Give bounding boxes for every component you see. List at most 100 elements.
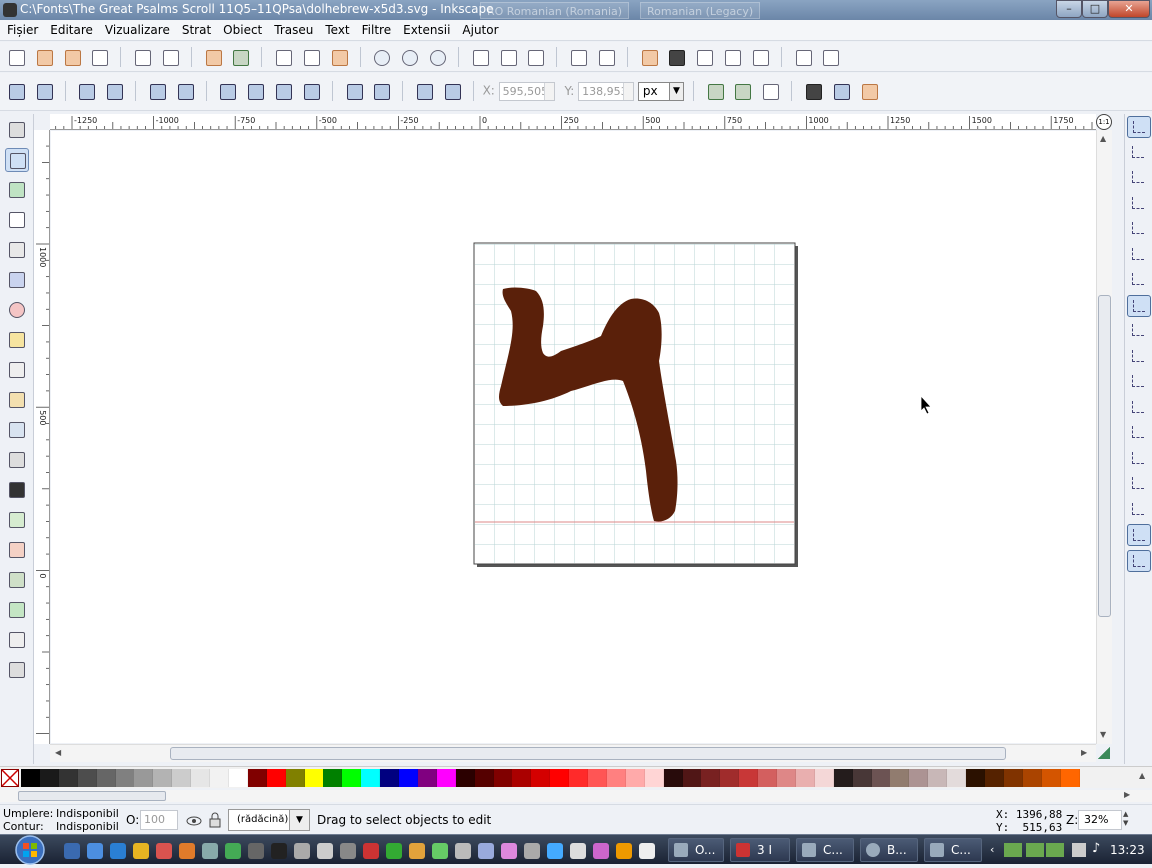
- color-swatch[interactable]: [153, 769, 173, 787]
- keyboard-layout-indicator[interactable]: Romanian (Legacy): [640, 2, 761, 19]
- color-swatch[interactable]: [436, 769, 456, 787]
- show-path-outline-icon[interactable]: [858, 80, 880, 102]
- snap-toggle-button[interactable]: [1127, 244, 1151, 266]
- drawing-canvas[interactable]: [51, 131, 1096, 743]
- zoom-selection-icon[interactable]: [370, 46, 392, 68]
- copy-icon[interactable]: [272, 46, 294, 68]
- quick-launch-icon[interactable]: [271, 843, 287, 859]
- pen-tool-button[interactable]: [5, 418, 29, 442]
- scroll-right-icon[interactable]: ▶: [1081, 748, 1087, 757]
- palette-scroll-icon[interactable]: ▲: [1139, 771, 1145, 780]
- layers-icon[interactable]: [693, 46, 715, 68]
- node-tool-button[interactable]: [5, 148, 29, 172]
- color-swatch[interactable]: [228, 769, 248, 787]
- show-hidden-icons-icon[interactable]: ‹: [990, 843, 994, 856]
- next-path-effect-parameter-icon[interactable]: [704, 80, 726, 102]
- x-coordinate-input[interactable]: 595,505: [498, 81, 555, 101]
- color-swatch[interactable]: [342, 769, 362, 787]
- color-swatch[interactable]: [210, 769, 229, 787]
- menu-extensions[interactable]: Extensii: [399, 20, 455, 41]
- clock[interactable]: 13:23: [1110, 843, 1145, 857]
- menu-object[interactable]: Obiect: [219, 20, 267, 41]
- taskbar-task-4[interactable]: B...: [860, 838, 918, 862]
- color-swatch[interactable]: [77, 769, 97, 787]
- quick-launch-icon[interactable]: [455, 843, 471, 859]
- color-swatch[interactable]: [21, 769, 40, 787]
- menu-view[interactable]: Vizualizare: [101, 20, 175, 41]
- tray-icon-2[interactable]: [1026, 843, 1044, 857]
- edit-clipping-path-icon[interactable]: [731, 80, 753, 102]
- color-management-icon[interactable]: [1098, 747, 1110, 759]
- connector-tool-button[interactable]: [5, 658, 29, 682]
- selector-tool-button[interactable]: [5, 118, 29, 142]
- object-to-path-icon[interactable]: [413, 80, 435, 102]
- color-swatch[interactable]: [417, 769, 437, 787]
- open-document-icon[interactable]: [33, 46, 55, 68]
- network-tray-icon[interactable]: [1004, 843, 1022, 857]
- snap-toggle-button[interactable]: [1127, 371, 1151, 393]
- menu-help[interactable]: Ajutor: [458, 20, 503, 41]
- quick-launch-icon[interactable]: [133, 843, 149, 859]
- menu-path[interactable]: Traseu: [270, 20, 318, 41]
- symmetric-node-icon[interactable]: [272, 80, 294, 102]
- quick-launch-icon[interactable]: [478, 843, 494, 859]
- horizontal-ruler[interactable]: -1250 -1000 -750 -500 -250 0 250 500 750 1000 1250…: [50, 114, 1096, 130]
- snap-toggle-button[interactable]: [1127, 422, 1151, 444]
- snap-toggle-button[interactable]: [1127, 397, 1151, 419]
- palette-scroll-thumb[interactable]: [18, 791, 166, 801]
- color-swatch[interactable]: [172, 769, 192, 787]
- zoom-input[interactable]: 32%: [1078, 810, 1122, 830]
- color-swatch[interactable]: [606, 769, 626, 787]
- color-swatch[interactable]: [701, 769, 721, 787]
- color-swatch[interactable]: [493, 769, 513, 787]
- quick-launch-icon[interactable]: [570, 843, 586, 859]
- quick-launch-icon[interactable]: [340, 843, 356, 859]
- scroll-up-icon[interactable]: ▲: [1100, 134, 1106, 143]
- unit-select[interactable]: px ▼: [637, 81, 684, 101]
- eye-visibility-icon[interactable]: [186, 812, 202, 828]
- vertical-scrollbar[interactable]: ▲ ▼: [1096, 130, 1112, 744]
- quick-launch-icon[interactable]: [87, 843, 103, 859]
- preferences-icon[interactable]: [792, 46, 814, 68]
- horizontal-scrollbar[interactable]: ◀ ▶: [50, 744, 1110, 762]
- taskbar-task-3[interactable]: C...: [796, 838, 854, 862]
- group-icon[interactable]: [567, 46, 589, 68]
- quick-launch-icon[interactable]: [547, 843, 563, 859]
- close-button[interactable]: ✕: [1108, 0, 1150, 18]
- quick-launch-icon[interactable]: [64, 843, 80, 859]
- break-path-icon[interactable]: [103, 80, 125, 102]
- quick-launch-icon[interactable]: [110, 843, 126, 859]
- color-swatch[interactable]: [1003, 769, 1023, 787]
- scroll-left-icon[interactable]: ◀: [55, 748, 61, 757]
- maximize-button[interactable]: □: [1082, 0, 1108, 18]
- edit-mask-icon[interactable]: [759, 80, 781, 102]
- color-swatch[interactable]: [285, 769, 305, 787]
- star-tool-button[interactable]: [5, 328, 29, 352]
- eraser-tool-button[interactable]: [5, 538, 29, 562]
- cusp-node-icon[interactable]: [216, 80, 238, 102]
- calligraphy-tool-button[interactable]: [5, 448, 29, 472]
- color-swatch[interactable]: [1041, 769, 1061, 787]
- clone-icon[interactable]: [497, 46, 519, 68]
- join-nodes-icon[interactable]: [75, 80, 97, 102]
- quick-launch-icon[interactable]: [386, 843, 402, 859]
- color-swatch[interactable]: [247, 769, 267, 787]
- stroke-to-path-icon[interactable]: [441, 80, 463, 102]
- print-icon[interactable]: [88, 46, 110, 68]
- no-paint-swatch[interactable]: [1, 769, 19, 787]
- pencil-tool-button[interactable]: [5, 388, 29, 412]
- quick-launch-icon[interactable]: [225, 843, 241, 859]
- color-swatch[interactable]: [852, 769, 872, 787]
- join-segment-icon[interactable]: [146, 80, 168, 102]
- dropper-tool-button[interactable]: [5, 628, 29, 652]
- color-swatch[interactable]: [928, 769, 948, 787]
- segment-to-curve-icon[interactable]: [370, 80, 392, 102]
- ellipse-tool-button[interactable]: [5, 298, 29, 322]
- snap-toggle-button[interactable]: [1127, 320, 1151, 342]
- spray-tool-button[interactable]: [5, 508, 29, 532]
- color-swatch[interactable]: [550, 769, 570, 787]
- color-swatch[interactable]: [323, 769, 343, 787]
- snap-toggle-button[interactable]: [1127, 499, 1151, 521]
- color-swatch[interactable]: [1022, 769, 1042, 787]
- cut-icon[interactable]: [300, 46, 322, 68]
